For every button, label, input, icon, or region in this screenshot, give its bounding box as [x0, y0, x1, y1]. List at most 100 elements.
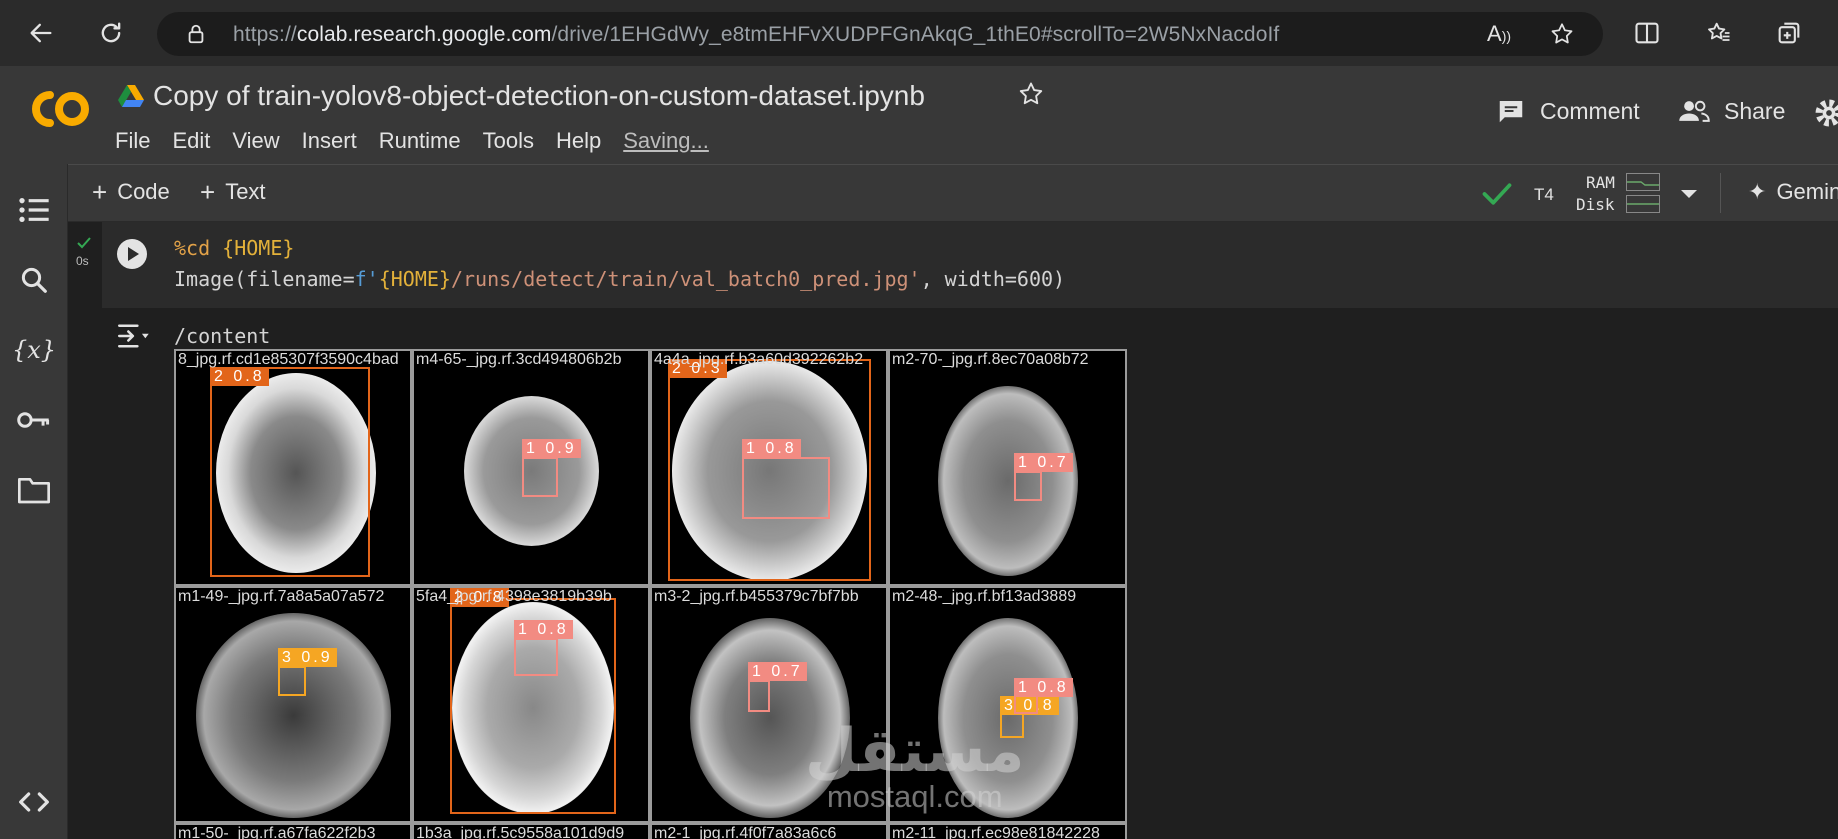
detection-box — [522, 457, 558, 497]
image-tile: m4-65-_jpg.rf.3cd494806b2b 1 0.9 — [414, 351, 648, 584]
image-tile: m1-49-_jpg.rf.7a8a5a07a572 3 0.9 — [176, 588, 410, 821]
menu-runtime[interactable]: Runtime — [379, 128, 461, 154]
url-host: colab.research.google.com — [296, 23, 552, 46]
detection-tag: 1 0.8 — [1014, 678, 1073, 697]
add-code-label: Code — [117, 179, 170, 204]
variables-icon[interactable]: {x} — [12, 330, 56, 370]
connected-check-icon[interactable] — [1482, 181, 1512, 212]
code-fn: Image(filename= — [174, 267, 355, 291]
back-icon[interactable] — [22, 14, 60, 52]
tile-label: 1b3a_jpg.rf.5c9558a101d9d9 — [416, 825, 625, 839]
colab-header: Copy of train-yolov8-object-detection-on… — [0, 66, 1838, 164]
plus-icon: + — [200, 177, 216, 207]
code-snippets-icon[interactable] — [14, 782, 54, 822]
address-bar[interactable]: https://colab.research.google.com/drive/… — [157, 12, 1603, 56]
watermark: مستقل mostaql.com — [805, 720, 1024, 812]
detection-box — [210, 367, 370, 577]
gemini-label: Gemin — [1776, 179, 1838, 204]
cell-status: 0s — [76, 236, 92, 268]
comment-label: Comment — [1540, 97, 1640, 124]
cell-success-check-icon — [77, 237, 91, 249]
code-magic: %cd — [174, 236, 211, 260]
resource-monitor[interactable]: RAM Disk — [1572, 171, 1662, 217]
runtime-dropdown-chevron-icon[interactable] — [1680, 187, 1698, 205]
browser-toolbar: https://colab.research.google.com/drive/… — [0, 0, 1838, 66]
code-line-1[interactable]: %cd {HOME} — [174, 236, 294, 260]
tile-label: m4-65-_jpg.rf.3cd494806b2b — [416, 351, 622, 368]
detection-box — [1014, 471, 1042, 501]
code-args: , width=600) — [920, 267, 1066, 291]
menu-help[interactable]: Help — [556, 128, 601, 154]
image-tile: 1b3a_jpg.rf.5c9558a101d9d9 — [414, 825, 648, 839]
reload-icon[interactable] — [92, 14, 130, 52]
detection-tag: 1 0.8 — [514, 620, 573, 639]
image-tile: 5fa4_jpg.rf.4398e3819b39b 2 0.8 1 0.8 — [414, 588, 648, 821]
detection-tag: 3 0.9 — [278, 648, 337, 667]
runtime-type[interactable]: T4 — [1534, 185, 1554, 205]
menu-tools[interactable]: Tools — [483, 128, 534, 154]
read-aloud-icon[interactable]: A)) — [1487, 21, 1511, 47]
detection-tag: 1 0.7 — [748, 662, 807, 681]
detection-box — [1014, 694, 1038, 714]
tile-label: m2-1_jpg.rf.4f0f7a83a6c6 — [654, 825, 837, 839]
add-code-button[interactable]: + Code — [92, 179, 170, 205]
add-text-button[interactable]: + Text — [200, 179, 266, 205]
tile-label: m1-50-_jpg.rf.a67fa622f2b3 — [178, 825, 376, 839]
settings-gear-icon[interactable] — [1812, 96, 1838, 135]
search-icon[interactable] — [14, 260, 54, 300]
code-fstring-var: {HOME} — [378, 267, 451, 291]
watermark-arabic: مستقل — [805, 716, 1025, 786]
tile-label: m1-49-_jpg.rf.7a8a5a07a572 — [178, 588, 385, 605]
read-aloud-letter: A — [1487, 21, 1502, 46]
secrets-key-icon[interactable] — [14, 400, 54, 440]
run-cell-button[interactable] — [116, 238, 148, 275]
plus-icon: + — [92, 177, 108, 207]
menu-bar: File Edit View Insert Runtime Tools Help… — [115, 128, 731, 154]
comment-icon — [1499, 101, 1523, 123]
menu-edit[interactable]: Edit — [172, 128, 210, 154]
image-tile: 4a4a_jpg.rf.b3a60d392262b2 2 0.3 1 0.8 — [652, 351, 886, 584]
detection-tag: 1 0.9 — [522, 439, 581, 458]
saving-status[interactable]: Saving... — [623, 128, 709, 154]
notebook-toolbar: + Code + Text T4 RAM Disk ✦ Gemin — [68, 164, 1838, 222]
gemini-button[interactable]: ✦ Gemin — [1748, 179, 1838, 205]
split-screen-icon[interactable] — [1628, 14, 1666, 52]
favorite-star-icon[interactable] — [1549, 21, 1575, 52]
table-of-contents-icon[interactable] — [14, 190, 54, 230]
notebook-title[interactable]: Copy of train-yolov8-object-detection-on… — [153, 80, 925, 112]
tile-label: m2-70-_jpg.rf.8ec70a08b72 — [892, 351, 1089, 368]
detection-box — [514, 638, 558, 676]
detection-tag: 1 0.7 — [1014, 453, 1073, 472]
code-var: {HOME} — [222, 236, 295, 260]
tile-label: 8_jpg.rf.cd1e85307f3590c4bad — [178, 351, 399, 368]
sparkle-icon: ✦ — [1748, 179, 1767, 204]
people-icon — [1679, 100, 1710, 122]
image-tile: m2-11_jpg.rf.ec98e81842228 — [890, 825, 1125, 839]
detection-tag: 1 0.8 — [742, 439, 801, 458]
colab-logo[interactable] — [26, 86, 92, 132]
google-drive-icon[interactable] — [118, 84, 144, 113]
files-folder-icon[interactable] — [14, 470, 54, 510]
url-prefix: https:// — [233, 23, 297, 46]
menu-file[interactable]: File — [115, 128, 150, 154]
share-button[interactable]: Share — [1678, 96, 1785, 126]
tile-label: m2-11_jpg.rf.ec98e81842228 — [892, 825, 1100, 839]
add-text-label: Text — [225, 179, 266, 204]
detection-box — [278, 666, 306, 696]
star-notebook-icon[interactable] — [1017, 80, 1045, 113]
cell-exec-time: 0s — [76, 254, 89, 268]
comment-button[interactable]: Comment — [1496, 96, 1640, 126]
menu-insert[interactable]: Insert — [302, 128, 357, 154]
url-text[interactable]: https://colab.research.google.com/drive/… — [233, 23, 1279, 47]
detection-tag: 2 0.8 — [210, 367, 269, 386]
menu-view[interactable]: View — [232, 128, 279, 154]
lock-icon[interactable] — [185, 23, 207, 50]
code-cell[interactable]: %cd {HOME} Image(filename=f'{HOME}/runs/… — [102, 222, 1838, 308]
left-sidebar: {x} — [0, 164, 68, 839]
collections-icon[interactable] — [1770, 14, 1808, 52]
disk-sparkline-icon — [1626, 195, 1660, 213]
favorites-icon[interactable] — [1700, 14, 1738, 52]
code-line-2[interactable]: Image(filename=f'{HOME}/runs/detect/trai… — [174, 267, 1065, 291]
tile-label: 4a4a_jpg.rf.b3a60d392262b2 — [654, 351, 864, 368]
output-toggle-icon[interactable] — [117, 322, 151, 355]
